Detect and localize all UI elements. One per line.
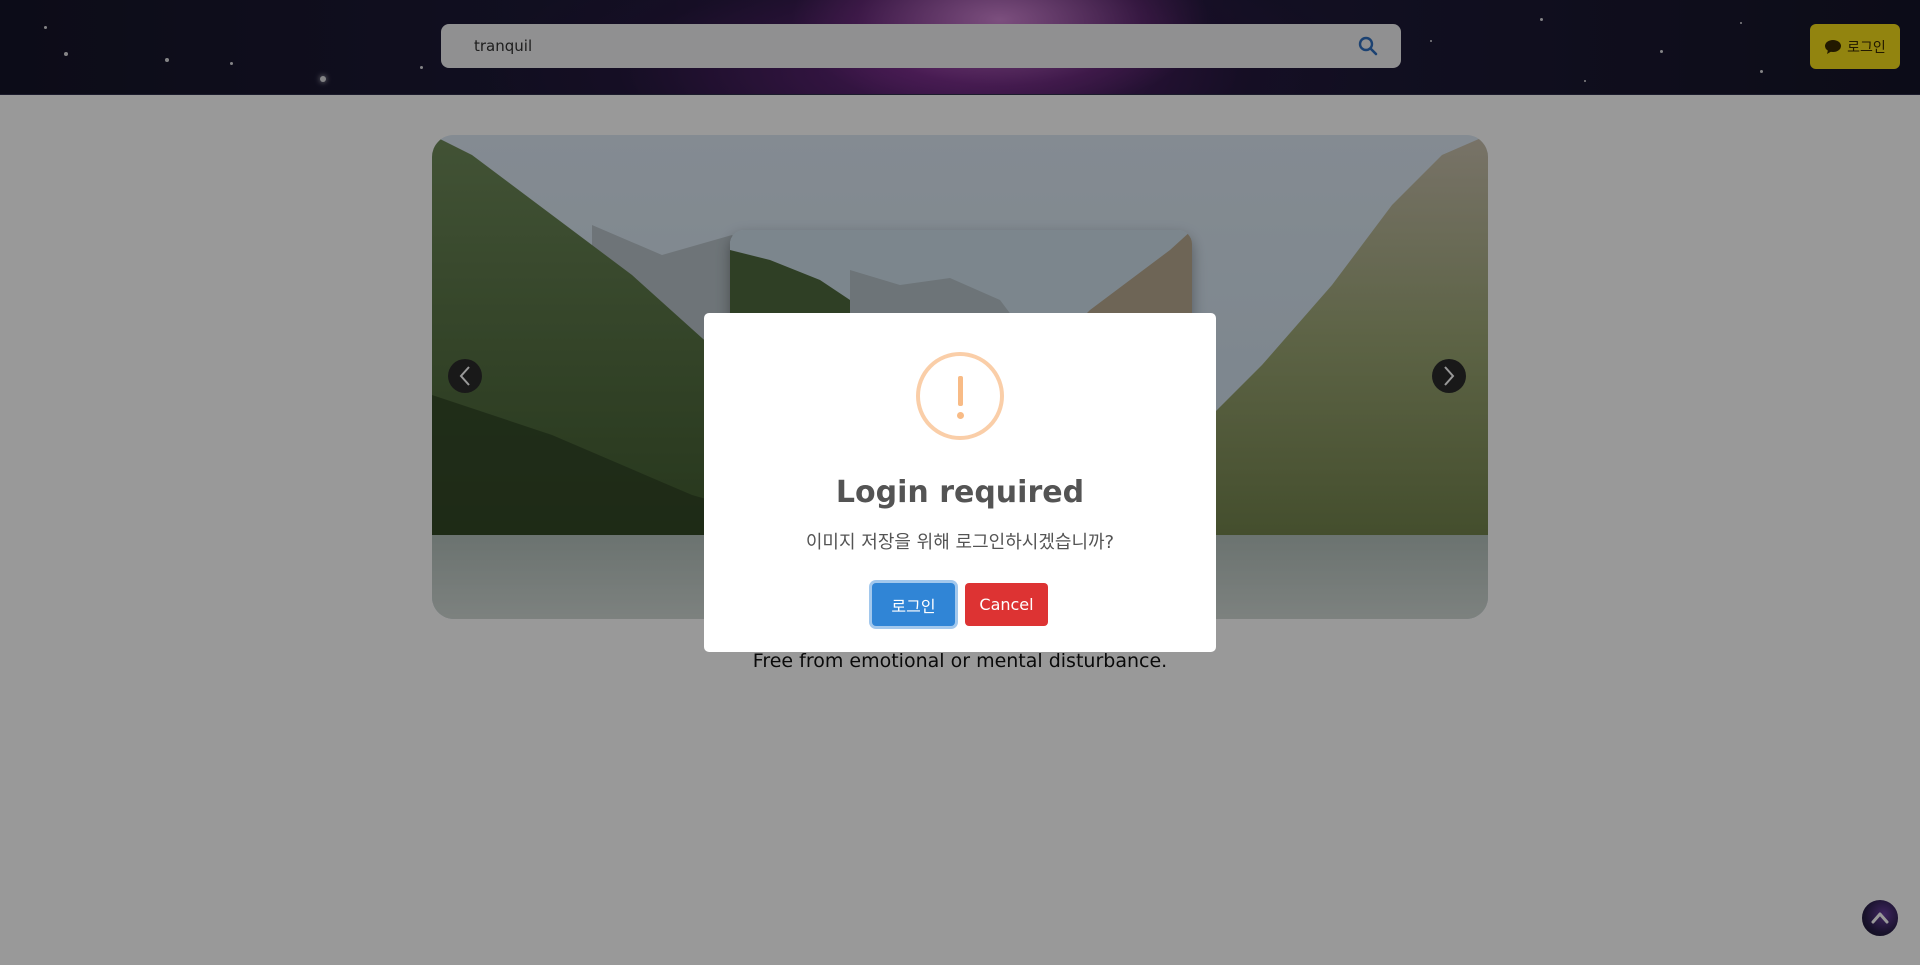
- warning-icon: [916, 352, 1004, 440]
- login-required-dialog: Login required 이미지 저장을 위해 로그인하시겠습니까? 로그인…: [704, 313, 1216, 652]
- dialog-message: 이미지 저장을 위해 로그인하시겠습니까?: [805, 532, 1115, 553]
- dialog-login-button[interactable]: 로그인: [872, 583, 955, 626]
- warning-icon-dot: [957, 412, 964, 419]
- dialog-cancel-button[interactable]: Cancel: [965, 583, 1048, 626]
- dialog-title: Login required: [835, 475, 1085, 510]
- warning-icon-bar: [958, 376, 963, 406]
